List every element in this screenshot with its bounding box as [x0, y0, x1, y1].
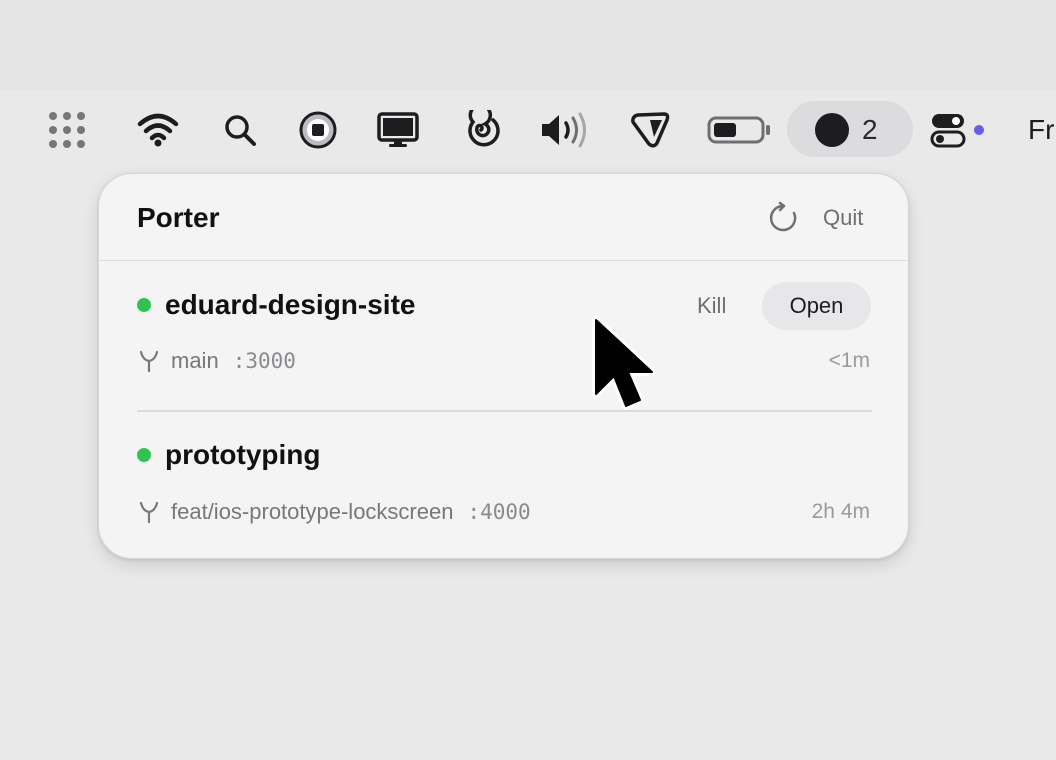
port-number: :4000 — [467, 500, 531, 524]
app-title: Porter — [137, 202, 220, 233]
porter-dot-icon — [815, 113, 849, 147]
uptime: <1m — [828, 349, 870, 372]
desktop-top-area — [0, 0, 1056, 90]
git-branch-icon — [139, 350, 159, 373]
project-row[interactable]: prototyping feat/ios-prototype-lockscree… — [99, 411, 908, 558]
grid-dots-icon[interactable] — [44, 108, 90, 152]
kill-button[interactable]: Kill — [697, 291, 726, 321]
branch-info: feat/ios-prototype-lockscreen :4000 — [171, 498, 531, 526]
branch-name: main — [171, 348, 219, 373]
running-status-dot — [137, 298, 151, 312]
porter-status-item[interactable] — [787, 101, 913, 157]
git-branch-icon — [139, 501, 159, 524]
control-center-icon[interactable] — [930, 108, 986, 152]
panel-header: Porter Quit — [99, 174, 908, 261]
branch-name: feat/ios-prototype-lockscreen — [171, 499, 454, 524]
uptime: 2h 4m — [811, 500, 870, 523]
branch-info: main :3000 — [171, 347, 296, 375]
display-icon[interactable] — [376, 108, 420, 152]
project-row[interactable]: eduard-design-site Kill Open main :3000 <… — [99, 261, 908, 411]
tag-icon[interactable] — [626, 108, 672, 152]
running-count: 2 — [862, 114, 878, 145]
porter-popover: Porter Quit eduard-design-site Kill Open… — [98, 173, 909, 559]
volume-icon[interactable] — [538, 108, 590, 152]
battery-icon[interactable] — [706, 108, 772, 152]
spiral-icon[interactable] — [458, 108, 502, 152]
port-number: :3000 — [232, 349, 296, 373]
quit-button[interactable]: Quit — [823, 203, 863, 233]
refresh-icon[interactable] — [766, 201, 800, 235]
clock-text[interactable]: Fr — [1028, 112, 1054, 148]
running-status-dot — [137, 448, 151, 462]
project-name: eduard-design-site — [165, 289, 416, 320]
mouse-cursor-icon — [592, 316, 656, 410]
record-stop-icon[interactable] — [296, 108, 340, 152]
wifi-icon[interactable] — [134, 108, 182, 152]
project-name: prototyping — [165, 439, 321, 470]
search-icon[interactable] — [220, 108, 260, 152]
open-button[interactable]: Open — [762, 282, 871, 330]
